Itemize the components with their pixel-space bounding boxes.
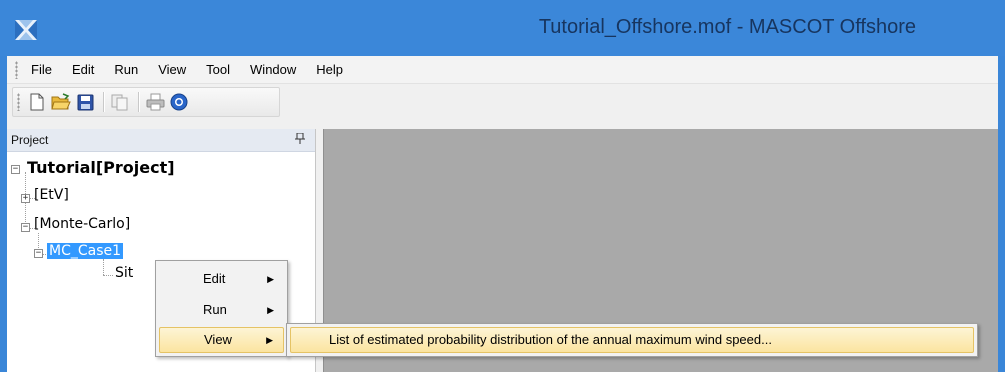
window-title: Tutorial_Offshore.mof - MASCOT Offshore [538, 16, 916, 38]
tree-node-tutorial-project[interactable]: Tutorial[Project] [27, 158, 175, 177]
submenu-arrow-icon: ▶ [266, 335, 273, 345]
menu-bar: File Edit Run View Tool Window Help [7, 56, 998, 84]
submenu-list-probability-distribution[interactable]: List of estimated probability distributi… [290, 327, 974, 353]
open-button[interactable] [50, 91, 72, 113]
project-panel-header: Project [7, 129, 315, 152]
tree-expander-root[interactable]: − [11, 165, 20, 174]
print-icon [146, 93, 164, 111]
copy-button[interactable] [109, 91, 131, 113]
tree-connector [103, 259, 104, 275]
pin-icon[interactable] [295, 132, 305, 147]
open-folder-icon [51, 93, 71, 110]
submenu-arrow-icon: ▶ [267, 274, 274, 284]
tree-node-mc-case1[interactable]: MC_Case1 [47, 243, 124, 259]
save-icon [77, 94, 93, 110]
title-bar[interactable]: Tutorial_Offshore.mof - MASCOT Offshore [0, 0, 1005, 56]
tree-expander-monte-carlo[interactable]: − [21, 223, 30, 232]
toolbar-grip-handle[interactable] [17, 93, 20, 111]
menu-window[interactable]: Window [240, 57, 306, 83]
tree-expander-mc-case1[interactable]: − [34, 249, 43, 258]
toolbar-separator [103, 92, 104, 112]
submenu-arrow-icon: ▶ [267, 305, 274, 315]
menu-file[interactable]: File [25, 57, 62, 83]
tree-expander-etv[interactable]: + [21, 194, 30, 203]
context-menu: Edit ▶ Run ▶ View ▶ [155, 260, 288, 357]
save-button[interactable] [74, 91, 96, 113]
menu-help[interactable]: Help [306, 57, 353, 83]
toolbar [12, 87, 280, 117]
new-document-button[interactable] [26, 91, 48, 113]
context-menu-view-label: View [204, 332, 232, 347]
menu-edit[interactable]: Edit [62, 57, 104, 83]
help-icon [170, 93, 188, 111]
print-button[interactable] [144, 91, 166, 113]
context-menu-run-label: Run [203, 302, 227, 317]
view-submenu: List of estimated probability distributi… [286, 323, 978, 357]
app-window: Tutorial_Offshore.mof - MASCOT Offshore … [0, 0, 1005, 372]
menu-view[interactable]: View [148, 57, 196, 83]
context-menu-edit-label: Edit [203, 271, 226, 286]
project-panel-title: Project [11, 133, 49, 147]
tree-node-etv[interactable]: [EtV] [34, 187, 69, 203]
context-menu-edit[interactable]: Edit ▶ [159, 266, 284, 292]
copy-icon [111, 94, 128, 111]
context-menu-view[interactable]: View ▶ [159, 327, 284, 353]
tree-node-site[interactable]: Sit [115, 265, 133, 281]
help-button[interactable] [168, 91, 190, 113]
new-document-icon [30, 93, 44, 111]
tree-connector [103, 275, 113, 276]
menu-tool[interactable]: Tool [196, 57, 240, 83]
menu-run[interactable]: Run [104, 57, 148, 83]
menu-grip-handle[interactable] [15, 60, 18, 79]
tree-node-monte-carlo[interactable]: [Monte-Carlo] [34, 216, 130, 232]
context-menu-run[interactable]: Run ▶ [159, 297, 284, 323]
toolbar-separator [138, 92, 139, 112]
